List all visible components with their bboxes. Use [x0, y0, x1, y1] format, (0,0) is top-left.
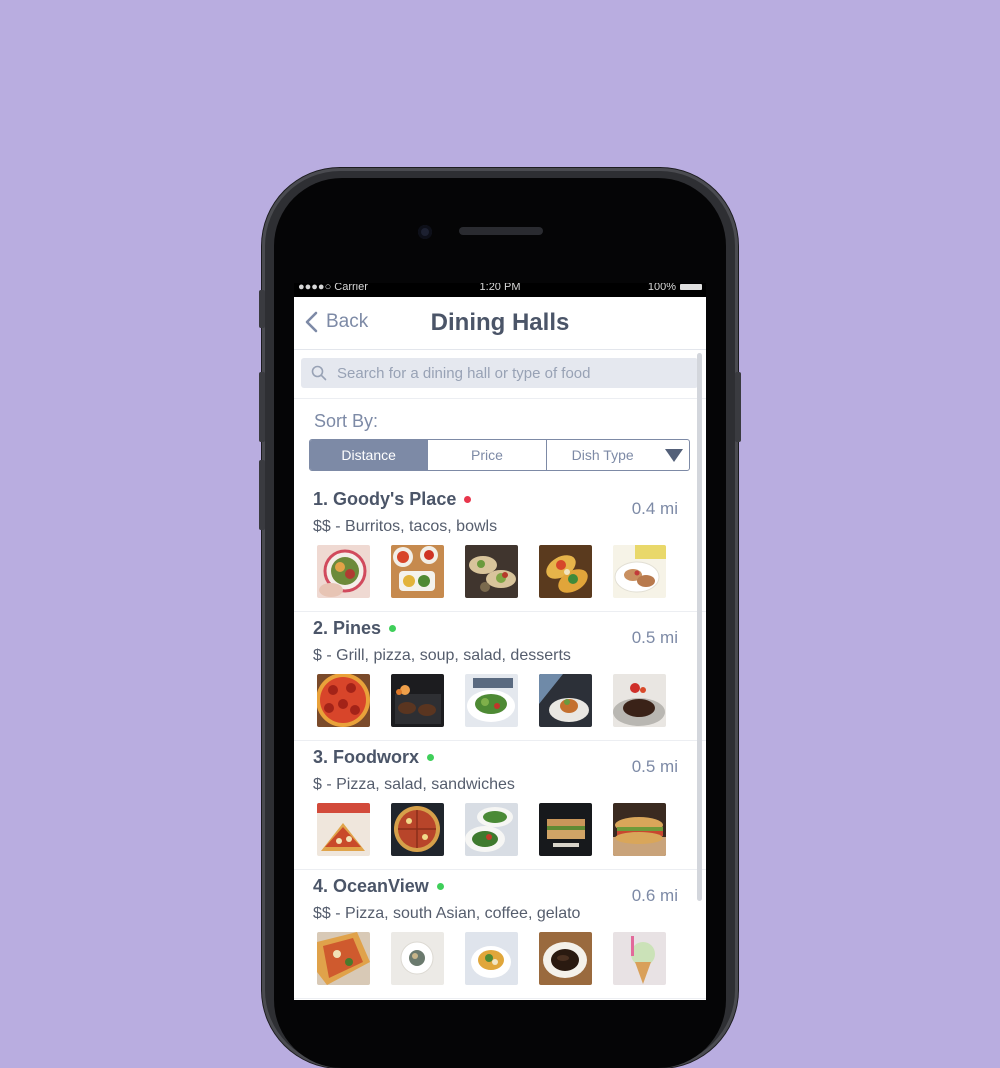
sort-option-distance[interactable]: Distance — [310, 440, 429, 470]
earpiece-speaker — [459, 227, 543, 235]
food-photo[interactable] — [465, 803, 518, 856]
list-item[interactable]: 4. OceanView 0.6 mi $$ - Pizza, south As… — [294, 870, 706, 999]
navigation-bar: Back Dining Halls — [294, 297, 706, 350]
list-item[interactable]: 2. Pines 0.5 mi $ - Grill, pizza, soup, … — [294, 612, 706, 741]
food-photo[interactable] — [613, 545, 666, 598]
status-dot — [436, 883, 444, 890]
app-screen: ●●●●○ Carrier 1:20 PM 100% Back Dining H… — [294, 283, 706, 1000]
hall-name: 3. Foodworx — [313, 747, 420, 767]
food-photo[interactable] — [317, 932, 370, 985]
search-input[interactable] — [335, 363, 679, 383]
search-bar[interactable] — [301, 358, 698, 388]
hall-name: 4. OceanView — [313, 876, 429, 896]
hall-name-row: 2. Pines — [313, 618, 397, 639]
list-item[interactable]: 1. Goody's Place 0.4 mi $$ - Burritos, t… — [294, 483, 706, 612]
food-photo[interactable] — [613, 932, 666, 985]
food-photo[interactable] — [539, 932, 592, 985]
scrollbar[interactable] — [697, 353, 702, 901]
food-photo[interactable] — [613, 674, 666, 727]
food-photo[interactable] — [391, 932, 444, 985]
photo-strip — [317, 803, 666, 856]
hall-description: $ - Grill, pizza, soup, salad, desserts — [313, 647, 571, 664]
battery-percent: 100% — [647, 283, 676, 293]
front-camera — [418, 225, 432, 239]
food-photo[interactable] — [317, 803, 370, 856]
battery-icon — [680, 284, 702, 290]
status-dot — [389, 625, 397, 632]
sort-label: Sort By: — [314, 411, 379, 431]
food-photo[interactable] — [391, 545, 444, 598]
battery-status: 100% — [647, 283, 702, 293]
sort-option-price[interactable]: Price — [428, 440, 547, 470]
food-photo[interactable] — [539, 545, 592, 598]
hall-name-row: 3. Foodworx — [313, 747, 435, 768]
hall-description: $$ - Pizza, south Asian, coffee, gelato — [313, 905, 581, 922]
hall-name: 2. Pines — [313, 618, 382, 638]
photo-strip — [317, 674, 666, 727]
sort-option-dish-type-label: Dish Type — [571, 447, 634, 463]
food-photo[interactable] — [391, 674, 444, 727]
photo-strip — [317, 545, 666, 598]
status-dot — [427, 754, 435, 761]
list-item[interactable]: 3. Foodworx 0.5 mi $ - Pizza, salad, san… — [294, 741, 706, 870]
food-photo[interactable] — [465, 674, 518, 727]
volume-down-button — [259, 460, 265, 530]
hall-name: 1. Goody's Place — [313, 489, 457, 509]
sort-option-dish-type[interactable]: Dish Type — [547, 440, 689, 470]
hall-name-row: 1. Goody's Place — [313, 489, 472, 510]
food-photo[interactable] — [317, 545, 370, 598]
page-title: Dining Halls — [430, 309, 570, 336]
food-photo[interactable] — [465, 932, 518, 985]
power-button — [735, 372, 741, 442]
food-photo[interactable] — [391, 803, 444, 856]
dining-hall-list: 1. Goody's Place 0.4 mi $$ - Burritos, t… — [294, 483, 706, 999]
clock: 1:20 PM — [479, 283, 521, 293]
sort-segmented-control: Distance Price Dish Type — [309, 439, 690, 471]
volume-up-button — [259, 372, 265, 442]
food-photo[interactable] — [613, 803, 666, 856]
food-photo[interactable] — [539, 674, 592, 727]
hall-description: $ - Pizza, salad, sandwiches — [313, 776, 515, 793]
dropdown-caret-icon — [664, 449, 683, 462]
search-icon — [311, 365, 327, 381]
food-photo[interactable] — [465, 545, 518, 598]
photo-strip — [317, 932, 666, 985]
hall-description: $$ - Burritos, tacos, bowls — [313, 518, 498, 535]
hall-distance: 0.5 mi — [631, 628, 678, 647]
search-container — [294, 350, 706, 399]
status-dot — [464, 496, 472, 503]
mute-switch — [259, 290, 265, 328]
food-photo[interactable] — [539, 803, 592, 856]
hall-distance: 0.4 mi — [631, 499, 678, 518]
hall-distance: 0.6 mi — [631, 886, 678, 905]
hall-name-row: 4. OceanView — [313, 876, 444, 897]
hall-distance: 0.5 mi — [631, 757, 678, 776]
status-bar: ●●●●○ Carrier 1:20 PM 100% — [294, 283, 706, 297]
food-photo[interactable] — [317, 674, 370, 727]
